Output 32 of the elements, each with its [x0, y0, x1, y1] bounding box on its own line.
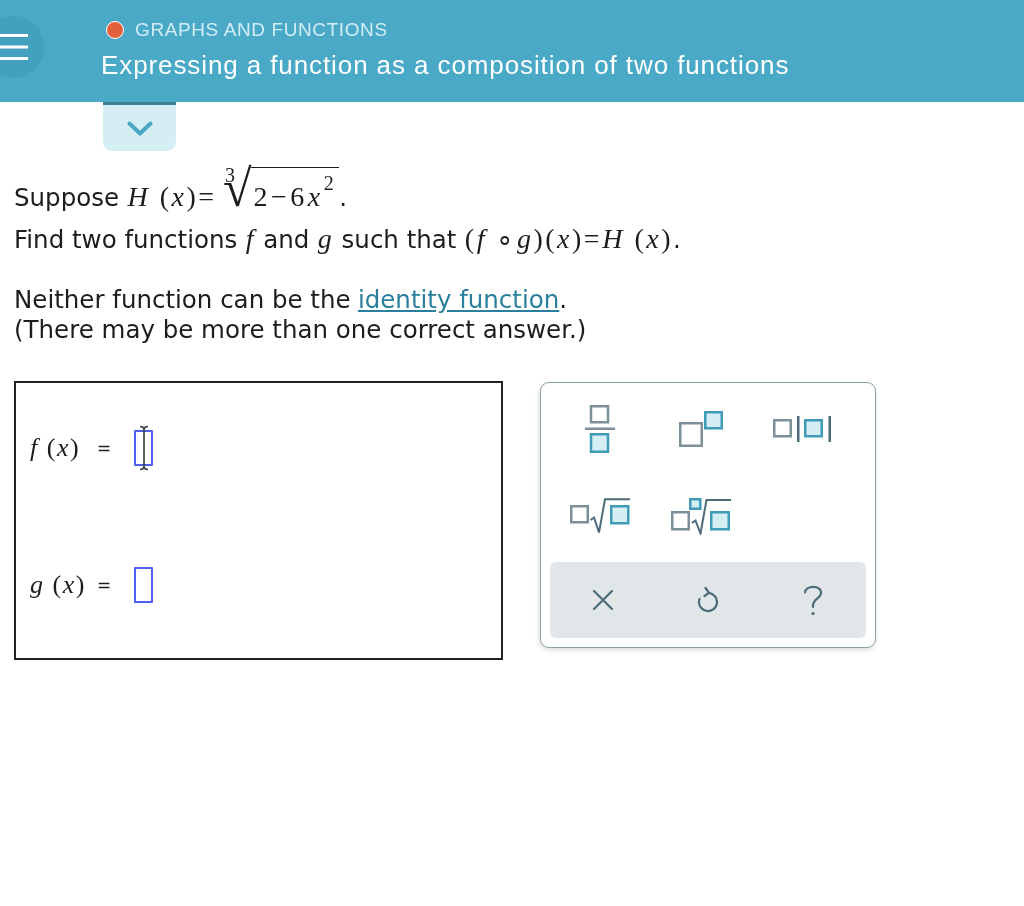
fraction-key[interactable] [585, 405, 616, 453]
expand-tab[interactable] [103, 102, 176, 151]
question-text: Neither function can be the identity function. [14, 284, 569, 315]
equals-sign: = [97, 437, 112, 458]
clear-button[interactable] [591, 588, 614, 611]
absolute-value-key[interactable] [772, 416, 831, 442]
undo-button[interactable] [697, 586, 719, 613]
equals-sign: = [97, 574, 112, 595]
help-icon [802, 583, 825, 616]
nth-root-icon [671, 497, 731, 535]
question-text: (There may be more than one correct answer.) [14, 314, 588, 345]
topic-category: GRAPHS AND FUNCTIONS [135, 19, 388, 41]
square-root-icon [570, 498, 631, 534]
menu-icon [0, 34, 28, 60]
answer-box[interactable] [134, 566, 154, 603]
answer-box[interactable] [134, 429, 154, 466]
exponent-icon [679, 411, 723, 447]
help-button[interactable] [802, 583, 825, 616]
fraction-icon [585, 405, 616, 453]
function-label: g (x) [30, 569, 83, 600]
lesson-title: Expressing a function as a composition of two functions [101, 50, 790, 80]
nth-root-key[interactable] [671, 497, 731, 535]
absolute-value-icon [772, 416, 831, 442]
menu-button[interactable] [0, 16, 44, 78]
glossary-link[interactable]: identity function [357, 284, 560, 314]
chevron-icon [126, 120, 153, 136]
undo-icon [697, 586, 719, 613]
question-text: Find two functions f and g such that (f ∘g)(x)=H (x). [14, 224, 682, 255]
exponent-key[interactable] [679, 411, 723, 447]
square-root-key[interactable] [570, 498, 631, 534]
function-label: f (x) [30, 432, 82, 463]
close-icon [591, 588, 614, 611]
